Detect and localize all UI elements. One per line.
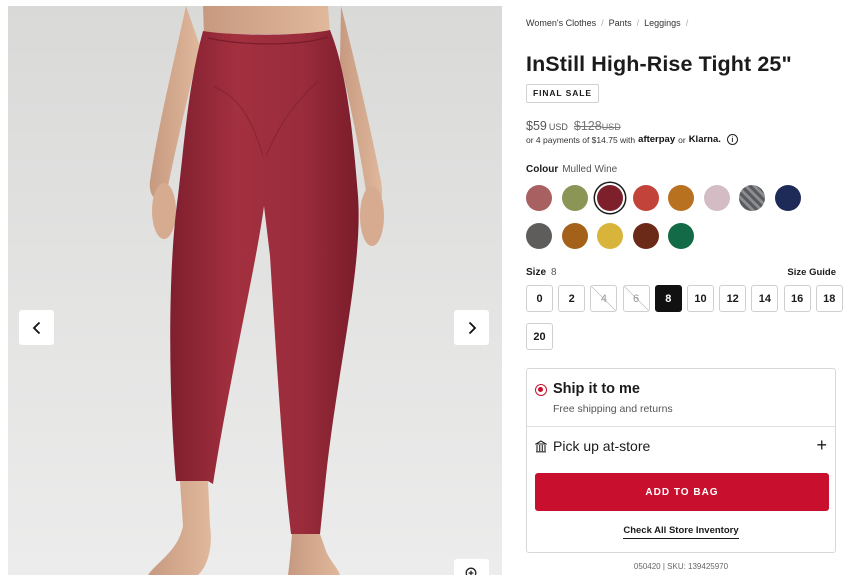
size-option[interactable]: 14 <box>751 285 779 312</box>
product-photo <box>148 6 384 575</box>
add-to-bag-button[interactable]: ADD TO BAG <box>535 473 829 511</box>
original-price: $128 <box>573 119 602 133</box>
installments-text: or 4 payments of $14.75 with <box>526 134 636 145</box>
size-option[interactable]: 12 <box>719 285 747 312</box>
breadcrumb: Women's Clothes / Pants / Leggings / <box>526 18 689 28</box>
size-option[interactable]: 18 <box>815 285 843 312</box>
colour-swatch[interactable] <box>774 185 801 211</box>
fulfillment-panel: Ship it to me Free shipping and returns … <box>526 368 836 553</box>
size-guide-link[interactable]: Size Guide <box>787 267 836 278</box>
size-value: 8 <box>551 267 557 278</box>
zoom-button[interactable] <box>454 559 489 575</box>
sale-price: $59 <box>526 119 547 133</box>
colour-label: Colour <box>526 164 559 175</box>
afterpay-logo[interactable]: afterpay <box>638 134 675 145</box>
chevron-right-icon <box>468 321 476 334</box>
pickup-label: Pick up at-store <box>553 438 651 454</box>
colour-swatch[interactable] <box>526 223 552 249</box>
colour-swatch[interactable] <box>632 223 659 249</box>
final-sale-badge: FINAL SALE <box>526 84 599 103</box>
colour-swatch[interactable] <box>597 223 623 249</box>
colour-heading: Colour Mulled Wine <box>526 164 617 175</box>
product-title: InStill High-Rise Tight 25" <box>526 52 792 76</box>
check-inventory-row: Check All Store Inventory <box>527 525 835 539</box>
ship-option[interactable]: Ship it to me Free shipping and returns <box>527 369 835 427</box>
size-option[interactable]: 20 <box>526 323 553 350</box>
size-option[interactable]: 16 <box>783 285 811 312</box>
colour-swatch[interactable] <box>561 185 588 211</box>
product-image-gallery <box>8 6 502 575</box>
colour-value: Mulled Wine <box>562 164 618 175</box>
installments-or: or <box>678 134 686 145</box>
size-option[interactable]: 10 <box>687 285 714 312</box>
size-option[interactable]: 2 <box>558 285 586 312</box>
klarna-logo[interactable]: Klarna. <box>689 134 721 145</box>
breadcrumb-leggings[interactable]: Leggings <box>644 18 681 28</box>
installments: or 4 payments of $14.75 with afterpay or… <box>526 134 738 145</box>
price-row: $59 USD $128USD <box>526 117 621 135</box>
colour-swatch[interactable] <box>597 185 623 211</box>
colour-swatch[interactable] <box>561 223 588 249</box>
chevron-left-icon <box>32 321 40 334</box>
next-image-button[interactable] <box>454 310 489 345</box>
size-heading: Size 8 Size Guide <box>526 267 836 278</box>
colour-swatch[interactable] <box>632 185 659 211</box>
size-option[interactable]: 8 <box>654 285 682 312</box>
original-currency: USD <box>601 122 621 132</box>
ship-radio[interactable] <box>535 384 547 396</box>
breadcrumb-pants[interactable]: Pants <box>609 18 632 28</box>
colour-swatch[interactable] <box>668 185 694 211</box>
size-option: 6 <box>622 285 650 312</box>
zoom-in-icon <box>465 567 476 575</box>
pickup-option[interactable]: Pick up at-store + <box>527 428 835 468</box>
size-option[interactable]: 0 <box>526 285 553 312</box>
sku-text: 050420 | SKU: 139425970 <box>633 562 729 571</box>
sale-currency: USD <box>548 122 568 132</box>
size-option: 4 <box>590 285 618 312</box>
ship-subtitle: Free shipping and returns <box>553 403 673 415</box>
colour-swatch[interactable] <box>703 185 730 211</box>
store-icon <box>535 440 547 453</box>
check-inventory-link[interactable]: Check All Store Inventory <box>623 525 739 539</box>
colour-swatch[interactable] <box>739 185 765 211</box>
size-label: Size <box>526 267 547 278</box>
plus-icon[interactable]: + <box>816 436 827 454</box>
info-icon[interactable]: i <box>726 134 738 145</box>
colour-swatch[interactable] <box>668 223 694 249</box>
previous-image-button[interactable] <box>19 310 54 345</box>
breadcrumb-womens-clothes[interactable]: Women's Clothes <box>526 18 596 28</box>
ship-title: Ship it to me <box>553 381 640 397</box>
colour-swatch[interactable] <box>526 185 552 211</box>
